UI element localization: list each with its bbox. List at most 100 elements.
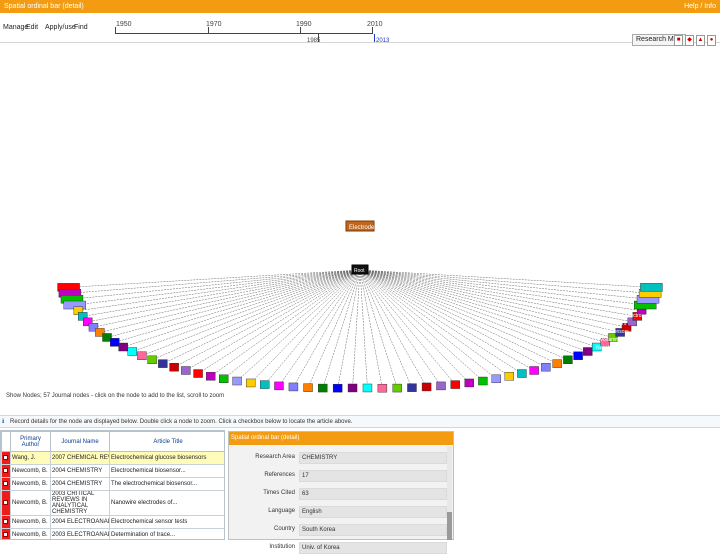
journal-node[interactable] xyxy=(377,383,388,393)
detail-label: Language xyxy=(268,508,295,514)
journal-node[interactable] xyxy=(274,381,284,391)
checkbox-icon[interactable] xyxy=(3,499,8,505)
journal-node[interactable] xyxy=(552,359,562,368)
journal-node[interactable] xyxy=(288,382,299,392)
table-row[interactable]: Newcomb, B. 2004 CHEMISTRY The electrochem… xyxy=(1,477,224,491)
year-slider-max-handle[interactable] xyxy=(374,34,375,42)
menu-edit[interactable]: Edit xyxy=(26,24,38,31)
journal-node[interactable] xyxy=(219,374,229,384)
journal-node[interactable] xyxy=(478,376,488,386)
graph-edge xyxy=(141,269,361,357)
articles-table: Primary Author Journal Name Article Titl… xyxy=(0,430,225,540)
journal-node[interactable] xyxy=(118,342,128,352)
journal-node[interactable] xyxy=(392,383,402,393)
journal-node[interactable] xyxy=(407,383,417,392)
help-link[interactable]: Help / Info xyxy=(684,0,716,13)
row-checkbox[interactable] xyxy=(1,477,11,491)
journal-node[interactable] xyxy=(205,372,216,381)
detail-label: Institution xyxy=(269,544,295,550)
menu-find[interactable]: Find xyxy=(74,24,88,31)
journal-node[interactable] xyxy=(232,376,242,386)
journal-node[interactable] xyxy=(347,383,358,393)
journal-node[interactable] xyxy=(491,374,501,384)
journal-node[interactable] xyxy=(169,362,179,372)
info-bar: ℹ Record details for the node are displa… xyxy=(0,415,720,428)
journal-node[interactable] xyxy=(640,283,663,292)
menu-manage[interactable]: Manage xyxy=(3,24,28,31)
cell-author: Wang, J. xyxy=(10,451,51,465)
info-text: Record details for the node are displaye… xyxy=(10,419,353,425)
title-bar: Spatial ordinal bar (detail) Help / Info xyxy=(0,0,720,13)
graph-edge xyxy=(173,269,361,368)
timeline-axis xyxy=(115,33,373,34)
journal-node[interactable] xyxy=(332,383,343,393)
checkbox-icon[interactable] xyxy=(3,518,8,524)
checkbox-icon[interactable] xyxy=(3,467,8,473)
journal-node[interactable] xyxy=(181,366,191,375)
column-header-select[interactable] xyxy=(1,431,11,452)
journal-node[interactable] xyxy=(246,378,256,388)
column-header-journal[interactable]: Journal Name xyxy=(50,431,110,452)
row-checkbox[interactable] xyxy=(1,528,11,539)
journal-node[interactable] xyxy=(193,369,203,378)
journal-node[interactable] xyxy=(563,355,573,365)
journal-node[interactable] xyxy=(541,362,551,372)
detail-value[interactable]: Univ. of Korea xyxy=(299,542,447,554)
graph-edge xyxy=(114,269,361,343)
journal-node[interactable] xyxy=(504,372,515,381)
menu-apply[interactable]: Apply/use xyxy=(45,24,76,31)
timeline-tick-label: 1970 xyxy=(206,21,222,28)
journal-node[interactable] xyxy=(529,366,539,375)
graph-edge xyxy=(359,269,606,343)
journal-node[interactable] xyxy=(573,351,583,360)
detail-label: Times Cited xyxy=(263,490,295,496)
detail-scrollbar-thumb[interactable] xyxy=(447,512,452,540)
detail-value[interactable]: CHEMISTRY xyxy=(299,452,447,464)
journal-node[interactable] xyxy=(147,355,157,365)
table-row[interactable]: Wang, J.2007 CHEMICAL REVIEWSElectrochem… xyxy=(1,451,224,465)
journal-node[interactable] xyxy=(127,347,137,356)
detail-row: Institution Univ. of Korea xyxy=(229,542,447,556)
journal-node[interactable] xyxy=(158,359,168,368)
checkbox-icon[interactable] xyxy=(3,531,8,537)
network-graph[interactable]: Electrode Electroanalysis Sensors Biosensor… xyxy=(0,44,720,412)
column-header-author[interactable]: Primary Author xyxy=(10,431,51,452)
journal-node[interactable] xyxy=(464,378,474,388)
checkbox-icon[interactable] xyxy=(3,480,8,486)
table-row[interactable]: Newcomb, B.2003 ELECTROANALYSISDetermina… xyxy=(1,528,224,539)
row-checkbox[interactable] xyxy=(1,515,11,529)
detail-label: Research Area xyxy=(255,454,295,460)
journal-node[interactable] xyxy=(260,380,270,389)
detail-value[interactable]: South Korea xyxy=(299,524,447,536)
cell-title: Electrochemical sensor tests xyxy=(109,515,224,529)
row-checkbox[interactable] xyxy=(1,464,11,478)
journal-node[interactable] xyxy=(137,351,147,360)
journal-node[interactable] xyxy=(450,380,460,389)
column-header-title[interactable]: Article Title xyxy=(109,431,224,452)
table-row[interactable]: Newcomb, B.2004 ELECTROANALYSISElectroch… xyxy=(1,515,224,529)
detail-value[interactable]: 63 xyxy=(299,488,447,500)
graph-edge xyxy=(359,269,442,387)
journal-node[interactable] xyxy=(583,347,593,356)
info-icon: ℹ xyxy=(2,419,5,425)
journal-node[interactable] xyxy=(362,383,373,393)
journal-node[interactable] xyxy=(517,369,527,378)
graph-edge xyxy=(322,269,361,389)
table-row[interactable]: Newcomb, B. 2003 CRITICAL REVIEWS IN ANAL… xyxy=(1,490,224,516)
row-checkbox[interactable] xyxy=(1,451,11,465)
row-checkbox[interactable] xyxy=(1,490,11,516)
journal-node[interactable] xyxy=(436,381,446,391)
journal-node[interactable] xyxy=(421,382,432,392)
detail-value[interactable]: 17 xyxy=(299,470,447,482)
table-row[interactable]: Newcomb, B. 2004 CHEMISTRY Electrochemical… xyxy=(1,464,224,478)
journal-node[interactable] xyxy=(318,383,328,393)
detail-value[interactable]: English xyxy=(299,506,447,518)
checkbox-icon[interactable] xyxy=(3,454,8,460)
detail-scrollbar[interactable] xyxy=(447,446,452,540)
detail-label: Country xyxy=(273,526,295,532)
journal-node[interactable] xyxy=(303,383,313,392)
timeline-tick-label: 1950 xyxy=(116,21,132,28)
selected-node-label: Electrode xyxy=(349,225,375,231)
graph-edge xyxy=(359,269,547,368)
journal-node[interactable] xyxy=(110,338,120,347)
